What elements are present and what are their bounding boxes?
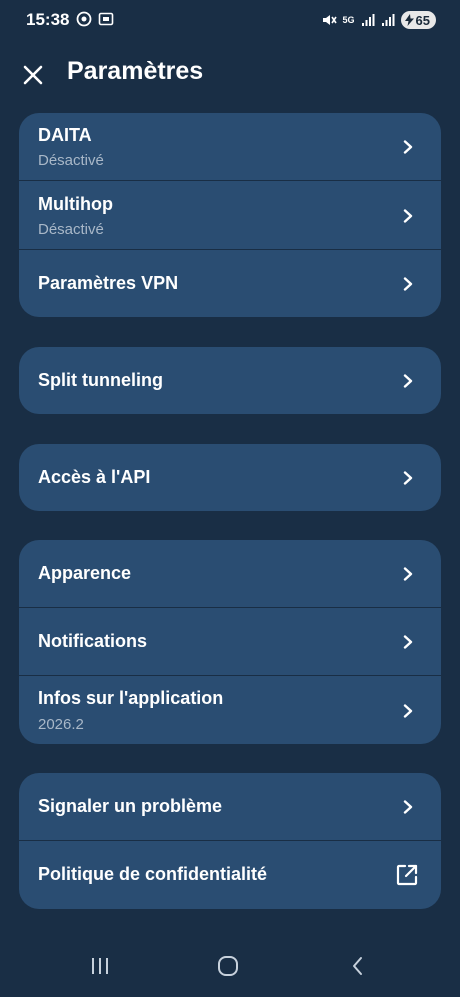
status-bar: 15:38 5G 65	[0, 0, 460, 42]
chevron-right-icon	[403, 567, 413, 581]
settings-row-split-tunneling[interactable]: Split tunneling	[19, 347, 441, 414]
row-label: Multihop	[38, 194, 113, 214]
settings-row-notifications[interactable]: Notifications	[19, 608, 441, 676]
signal-icon-2	[381, 14, 395, 26]
app-header: Paramètres	[0, 52, 460, 98]
external-link-icon	[396, 864, 418, 886]
close-icon[interactable]	[20, 62, 46, 88]
page-title: Paramètres	[67, 57, 204, 85]
chevron-right-icon	[403, 635, 413, 649]
settings-row-daita[interactable]: DAITA Désactivé	[19, 113, 441, 181]
screen-record-icon	[98, 12, 114, 26]
row-label: Notifications	[38, 631, 148, 651]
chevron-right-icon	[403, 140, 413, 154]
row-label: Accès à l'API	[38, 467, 151, 487]
row-label: Apparence	[38, 563, 132, 583]
settings-group-app: Apparence Notifications Infos sur l'appl…	[19, 540, 441, 744]
chevron-right-icon	[403, 277, 413, 291]
status-icons-right: 5G 65	[321, 11, 436, 29]
settings-row-report-problem[interactable]: Signaler un problème	[19, 773, 441, 841]
charging-bolt-icon	[404, 14, 414, 26]
chevron-right-icon	[403, 471, 413, 485]
settings-group-api-access: Accès à l'API	[19, 444, 441, 511]
chevron-right-icon	[403, 209, 413, 223]
status-time: 15:38	[26, 10, 70, 29]
status-icons-left	[76, 11, 114, 27]
recent-apps-icon[interactable]	[88, 954, 112, 978]
settings-group-vpn: DAITA Désactivé Multihop Désactivé Param…	[19, 113, 441, 317]
settings-row-privacy-policy[interactable]: Politique de confidentialité	[19, 841, 441, 909]
home-icon[interactable]	[216, 954, 240, 978]
battery-indicator: 65	[400, 11, 436, 29]
settings-row-app-info[interactable]: Infos sur l'application 2026.2	[19, 676, 441, 744]
settings-group-split-tunneling: Split tunneling	[19, 347, 441, 414]
battery-level: 65	[415, 12, 430, 28]
row-subtitle: Désactivé	[38, 221, 104, 238]
settings-row-appearance[interactable]: Apparence	[19, 540, 441, 608]
settings-group-support: Signaler un problème Politique de confid…	[19, 773, 441, 909]
signal-icon	[361, 14, 375, 26]
row-label: Politique de confidentialité	[38, 864, 268, 884]
row-label: Split tunneling	[38, 370, 163, 390]
network-type-label: 5G	[342, 14, 355, 25]
settings-row-vpn-settings[interactable]: Paramètres VPN	[19, 250, 441, 317]
app-version: 2026.2	[38, 716, 84, 733]
sync-icon	[76, 11, 92, 27]
settings-row-multihop[interactable]: Multihop Désactivé	[19, 181, 441, 250]
row-label: Paramètres VPN	[38, 273, 179, 293]
system-nav-bar	[0, 940, 460, 997]
settings-row-api-access[interactable]: Accès à l'API	[19, 444, 441, 511]
chevron-right-icon	[403, 800, 413, 814]
row-subtitle: Désactivé	[38, 152, 104, 169]
row-label: Signaler un problème	[38, 796, 223, 816]
row-label: Infos sur l'application	[38, 688, 224, 708]
chevron-right-icon	[403, 704, 413, 718]
chevron-right-icon	[403, 374, 413, 388]
back-icon[interactable]	[346, 954, 370, 978]
row-label: DAITA	[38, 125, 92, 145]
mute-icon	[322, 15, 337, 25]
